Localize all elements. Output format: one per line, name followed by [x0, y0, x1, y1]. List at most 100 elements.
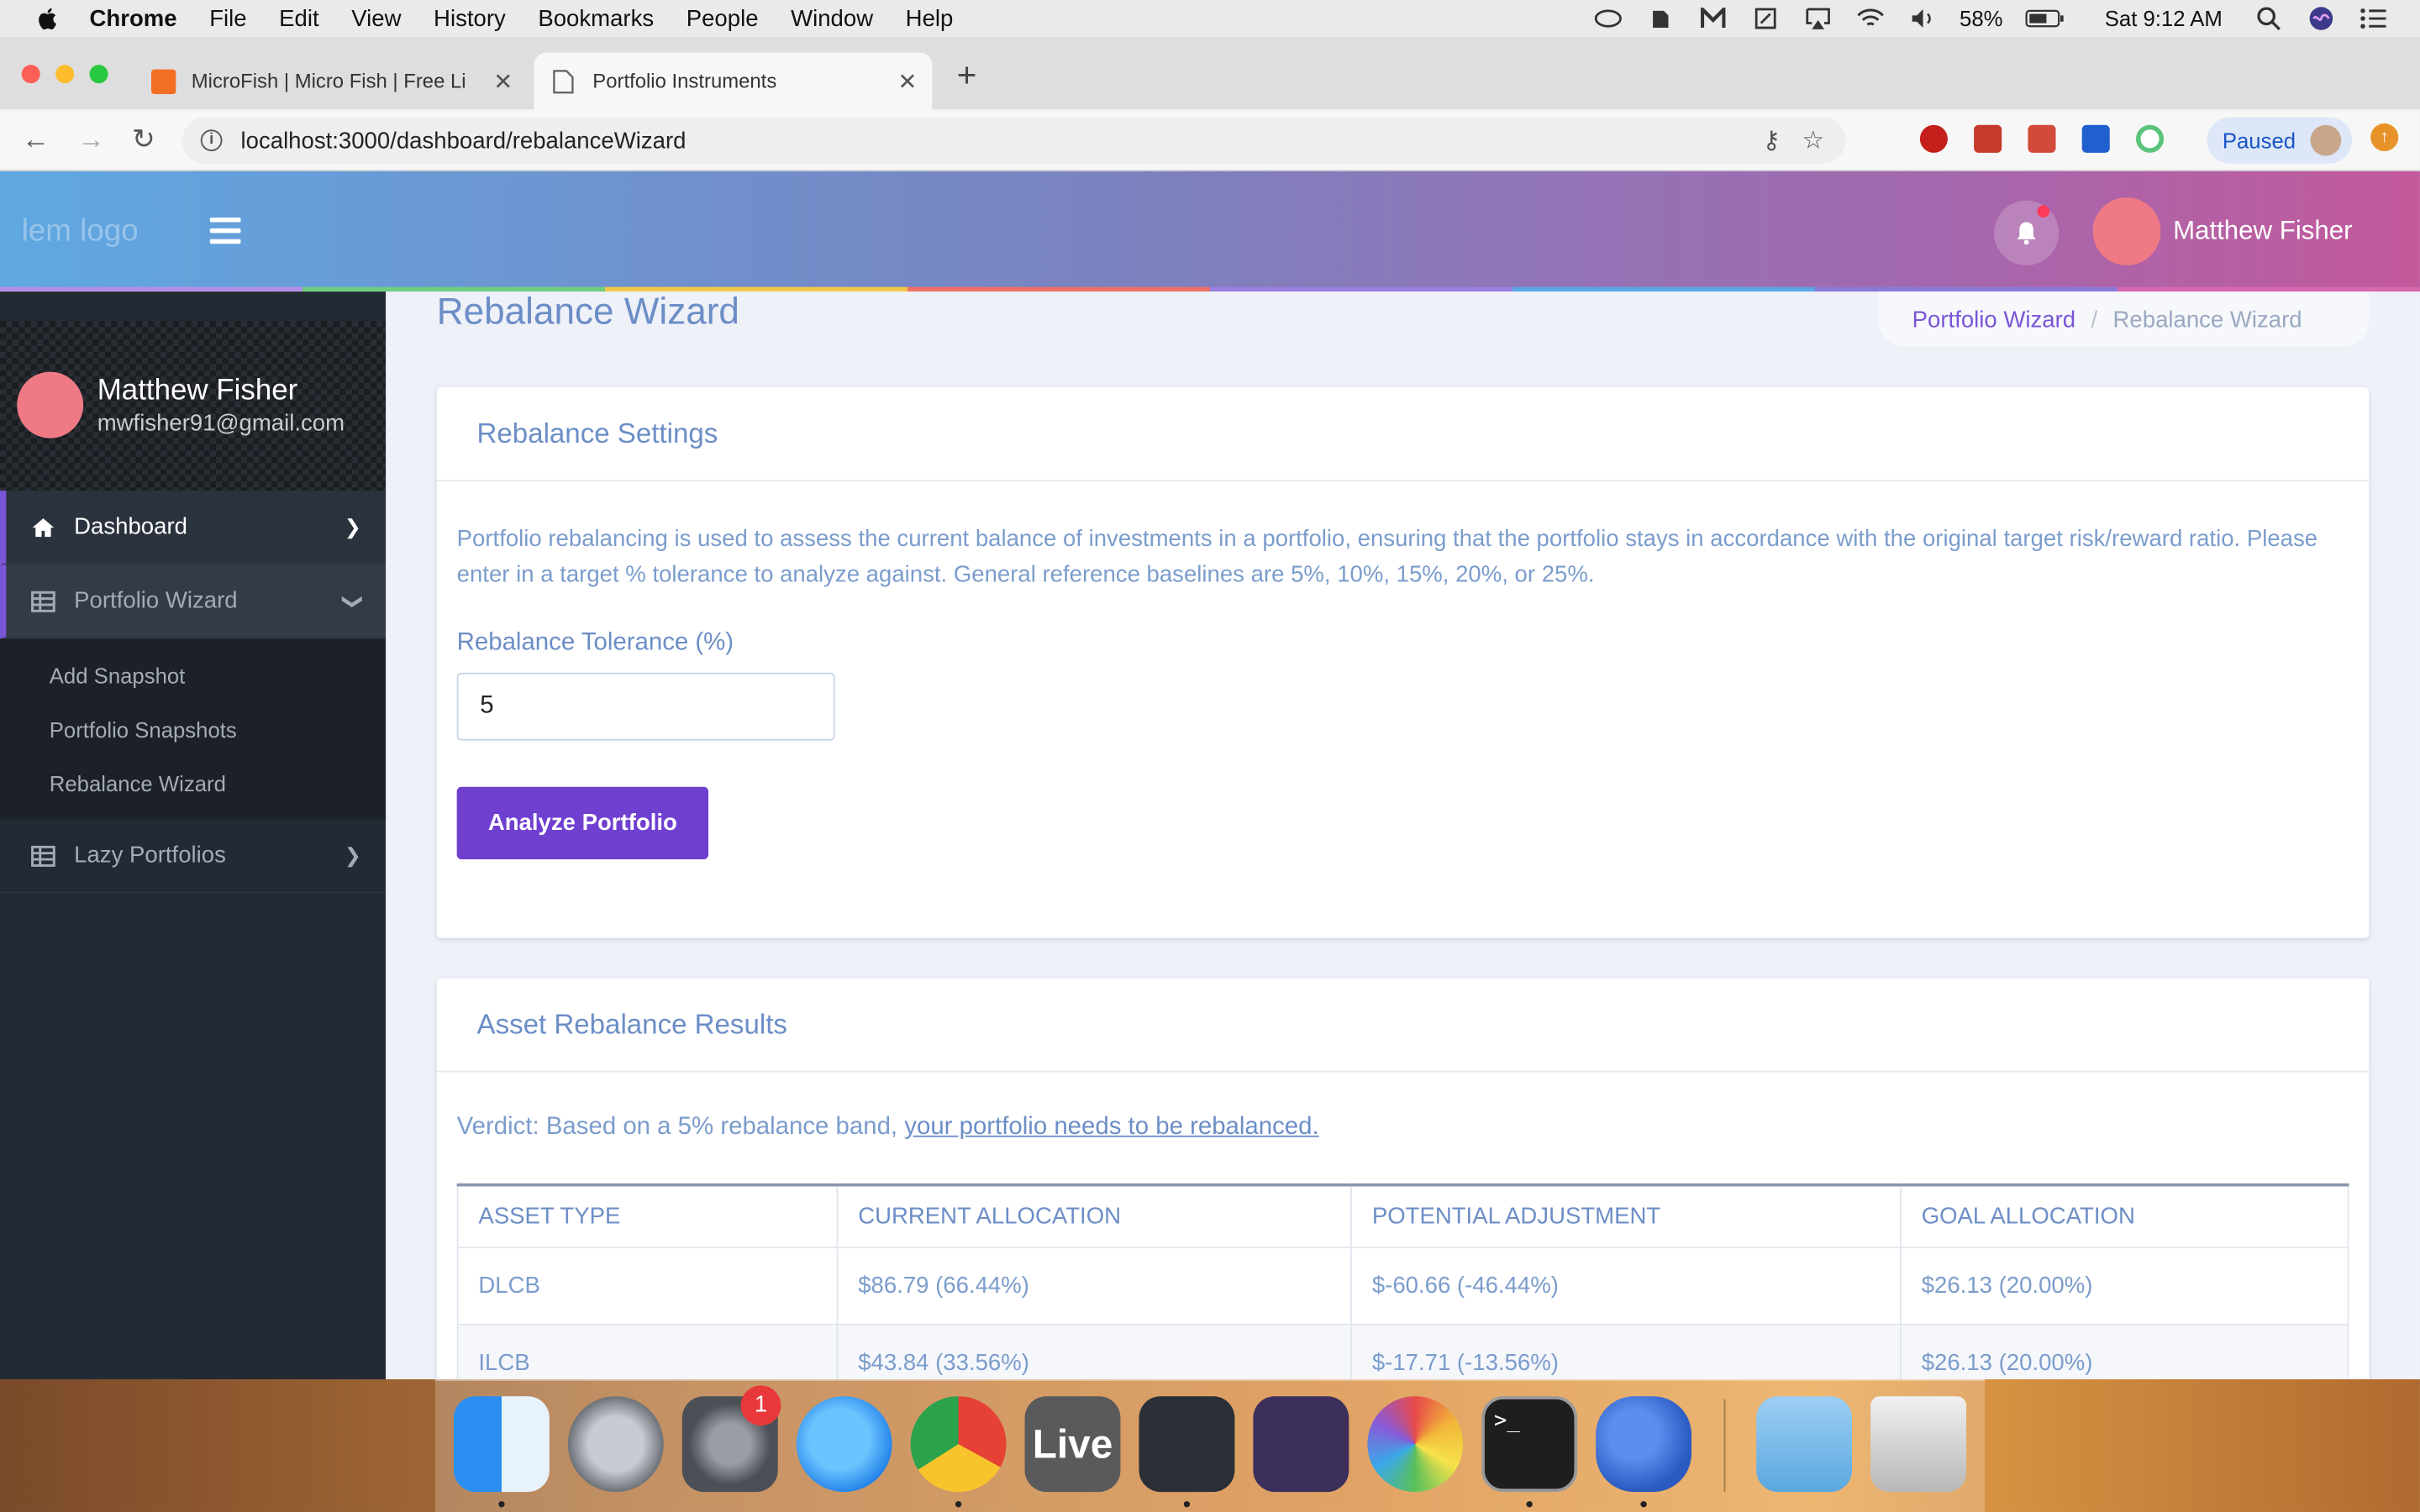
- breadcrumb-portfolio-wizard[interactable]: Portfolio Wizard: [1912, 307, 2075, 333]
- back-button[interactable]: ←: [18, 122, 52, 155]
- bell-icon: [2017, 222, 2036, 245]
- page-title: Rebalance Wizard: [436, 291, 739, 333]
- forward-button[interactable]: →: [74, 122, 108, 155]
- bookmark-star-icon[interactable]: ☆: [1802, 125, 1824, 156]
- header-username[interactable]: Matthew Fisher: [2173, 216, 2352, 247]
- hamburger-menu-icon[interactable]: [209, 217, 241, 245]
- running-indicator: [498, 1501, 505, 1508]
- spotlight-search-icon[interactable]: [2254, 6, 2285, 31]
- running-indicator: [1640, 1501, 1647, 1508]
- minimize-window-button[interactable]: [55, 65, 75, 84]
- column-header-goal-allocation[interactable]: GOAL ALLOCATION: [1899, 1183, 2349, 1247]
- menu-help[interactable]: Help: [906, 5, 954, 31]
- tolerance-input[interactable]: [456, 672, 835, 741]
- sidebar-user-name: Matthew Fisher: [97, 375, 298, 407]
- sidebar-subitem-add-snapshot[interactable]: Add Snapshot: [0, 648, 386, 701]
- sidebar-item-lazy-portfolios[interactable]: Lazy Portfolios ❯: [0, 819, 387, 894]
- verdict-prefix: Verdict: Based on a 5% rebalance band,: [456, 1114, 905, 1141]
- chevron-down-icon: ❯: [341, 592, 366, 610]
- ublock-extension-icon[interactable]: [1919, 124, 1948, 153]
- menu-app-name[interactable]: Chrome: [90, 5, 177, 31]
- target-extension-icon[interactable]: [2135, 124, 2165, 153]
- avatar[interactable]: [17, 371, 84, 438]
- mail-m-icon[interactable]: [1697, 6, 1728, 30]
- menu-bookmarks[interactable]: Bookmarks: [538, 5, 654, 31]
- close-tab-icon[interactable]: ✕: [491, 67, 515, 95]
- finder-icon[interactable]: [453, 1396, 550, 1493]
- chevron-right-icon: ❯: [344, 843, 361, 867]
- notes-icon[interactable]: [1749, 6, 1781, 30]
- battery-icon[interactable]: [2024, 6, 2065, 30]
- clock[interactable]: Sat 9:12 AM: [2105, 6, 2223, 30]
- header-avatar[interactable]: [2092, 197, 2161, 265]
- tableplus-elephant-icon[interactable]: [1596, 1396, 1692, 1493]
- sidebar-item-label: Dashboard: [74, 513, 187, 540]
- column-header-potential-adjustment[interactable]: POTENTIAL ADJUSTMENT: [1350, 1183, 1902, 1247]
- creative-cloud-icon[interactable]: [1592, 6, 1623, 30]
- chrome-update-icon[interactable]: ↑: [2370, 123, 2399, 151]
- menu-people[interactable]: People: [687, 5, 759, 31]
- reload-button[interactable]: ↻: [127, 122, 160, 155]
- battery-percent: 58%: [1960, 6, 2003, 31]
- evernote-icon[interactable]: [1644, 6, 1676, 30]
- password-key-icon[interactable]: ⚷: [1762, 125, 1781, 156]
- siri-icon[interactable]: [2306, 6, 2337, 30]
- close-window-button[interactable]: [21, 65, 40, 84]
- vscode-icon[interactable]: [1139, 1396, 1235, 1493]
- new-tab-button[interactable]: +: [957, 55, 977, 96]
- tab-portfolio-instruments[interactable]: Portfolio Instruments ✕: [534, 52, 933, 110]
- menu-view[interactable]: View: [351, 5, 401, 31]
- info-extension-icon[interactable]: [2081, 124, 2110, 153]
- site-info-icon[interactable]: i: [200, 129, 223, 151]
- cell-current-allocation: $43.84 (33.56%): [836, 1322, 1352, 1380]
- launchpad-icon[interactable]: [567, 1396, 664, 1493]
- wifi-icon[interactable]: [1854, 6, 1886, 30]
- pattern-extension-icon[interactable]: [2028, 124, 2056, 153]
- close-tab-icon[interactable]: ✕: [895, 67, 919, 95]
- address-bar[interactable]: i localhost:3000/dashboard/rebalanceWiza…: [182, 117, 1846, 164]
- table-row: DLCB $86.79 (66.44%) $-60.66 (-46.44%) $…: [456, 1246, 2349, 1325]
- chrome-icon[interactable]: [910, 1396, 1007, 1493]
- notification-bell-button[interactable]: [1994, 200, 2060, 265]
- menu-window[interactable]: Window: [791, 5, 873, 31]
- profile-paused-button[interactable]: Paused: [2207, 117, 2353, 164]
- sidebar-item-portfolio-wizard[interactable]: Portfolio Wizard ❯: [0, 564, 387, 639]
- sidebar-item-dashboard[interactable]: Dashboard ❯: [0, 491, 387, 565]
- card-title: Asset Rebalance Results: [436, 978, 2370, 1073]
- cell-current-allocation: $86.79 (66.44%): [836, 1246, 1352, 1325]
- airplay-icon[interactable]: [1802, 6, 1833, 30]
- sidebar-subitem-rebalance-wizard[interactable]: Rebalance Wizard: [0, 756, 386, 810]
- rebalance-settings-card: Rebalance Settings Portfolio rebalancing…: [436, 387, 2370, 938]
- terminal-icon[interactable]: >_: [1481, 1396, 1578, 1493]
- breadcrumb-current: Rebalance Wizard: [2112, 306, 2302, 333]
- analyze-portfolio-button[interactable]: Analyze Portfolio: [456, 786, 709, 860]
- menu-file[interactable]: File: [209, 5, 246, 31]
- apple-icon[interactable]: [34, 5, 61, 33]
- sidebar-subitem-portfolio-snapshots[interactable]: Portfolio Snapshots: [0, 702, 386, 756]
- column-header-asset-type[interactable]: ASSET TYPE: [456, 1183, 839, 1247]
- downloads-folder-icon[interactable]: [1756, 1396, 1853, 1493]
- verdict-text: Verdict: Based on a 5% rebalance band, y…: [457, 1114, 1319, 1142]
- notification-center-icon[interactable]: [2358, 6, 2389, 30]
- tab-microfish[interactable]: MicroFish | Micro Fish | Free Li ✕: [133, 52, 528, 109]
- sidebar-item-label: Portfolio Wizard: [74, 587, 238, 615]
- menu-edit[interactable]: Edit: [279, 5, 318, 31]
- volume-icon[interactable]: [1907, 6, 1939, 30]
- cors-extension-icon[interactable]: [1974, 124, 2002, 153]
- column-header-current-allocation[interactable]: CURRENT ALLOCATION: [836, 1183, 1352, 1247]
- messages-icon[interactable]: [796, 1396, 892, 1493]
- trash-icon[interactable]: [1870, 1396, 1966, 1493]
- visual-studio-icon[interactable]: [1253, 1396, 1349, 1493]
- soundcloud-favicon-icon: [150, 68, 176, 94]
- menu-history[interactable]: History: [434, 5, 506, 31]
- zoom-window-button[interactable]: [89, 65, 108, 84]
- menu-bar: Chrome File Edit View History Bookmarks …: [0, 0, 2420, 38]
- app-logo[interactable]: lem logo: [22, 214, 139, 249]
- ableton-live-icon[interactable]: Live: [1024, 1396, 1121, 1493]
- url-text[interactable]: localhost:3000/dashboard/rebalanceWizard: [241, 128, 1763, 154]
- notification-dot: [2037, 205, 2050, 218]
- color-picker-icon[interactable]: [1367, 1396, 1464, 1493]
- verdict-link[interactable]: your portfolio needs to be rebalanced.: [904, 1114, 1318, 1140]
- table-row: ILCB $43.84 (33.56%) $-17.71 (-13.56%) $…: [456, 1322, 2349, 1380]
- main-content: Rebalance Wizard Portfolio Wizard / Reba…: [386, 291, 2420, 1380]
